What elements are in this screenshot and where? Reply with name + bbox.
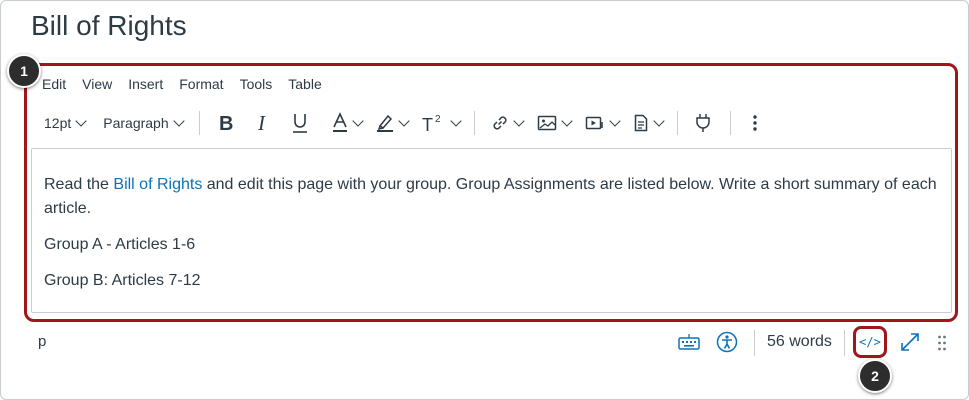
keyboard-shortcuts-button[interactable] <box>678 333 700 351</box>
element-path[interactable]: p <box>38 333 46 350</box>
statusbar-separator <box>754 330 755 356</box>
callout-badge-2: 2 <box>858 359 892 393</box>
expand-icon <box>901 333 919 351</box>
resize-handle[interactable] <box>937 334 947 352</box>
drag-handle-icon <box>938 335 946 351</box>
keyboard-icon <box>678 334 700 350</box>
accessibility-icon <box>716 331 738 353</box>
accessibility-checker-button[interactable] <box>716 331 738 353</box>
word-count: 56 words <box>767 333 832 350</box>
editor-highlight-box <box>24 63 958 322</box>
statusbar-separator <box>844 330 845 356</box>
page-title: Bill of Rights <box>31 10 187 41</box>
callout-badge-1: 1 <box>7 54 41 88</box>
html-editor-toggle-button[interactable]: </> <box>853 326 887 358</box>
html-code-icon: </> <box>859 335 881 349</box>
fullscreen-button[interactable] <box>899 331 921 353</box>
